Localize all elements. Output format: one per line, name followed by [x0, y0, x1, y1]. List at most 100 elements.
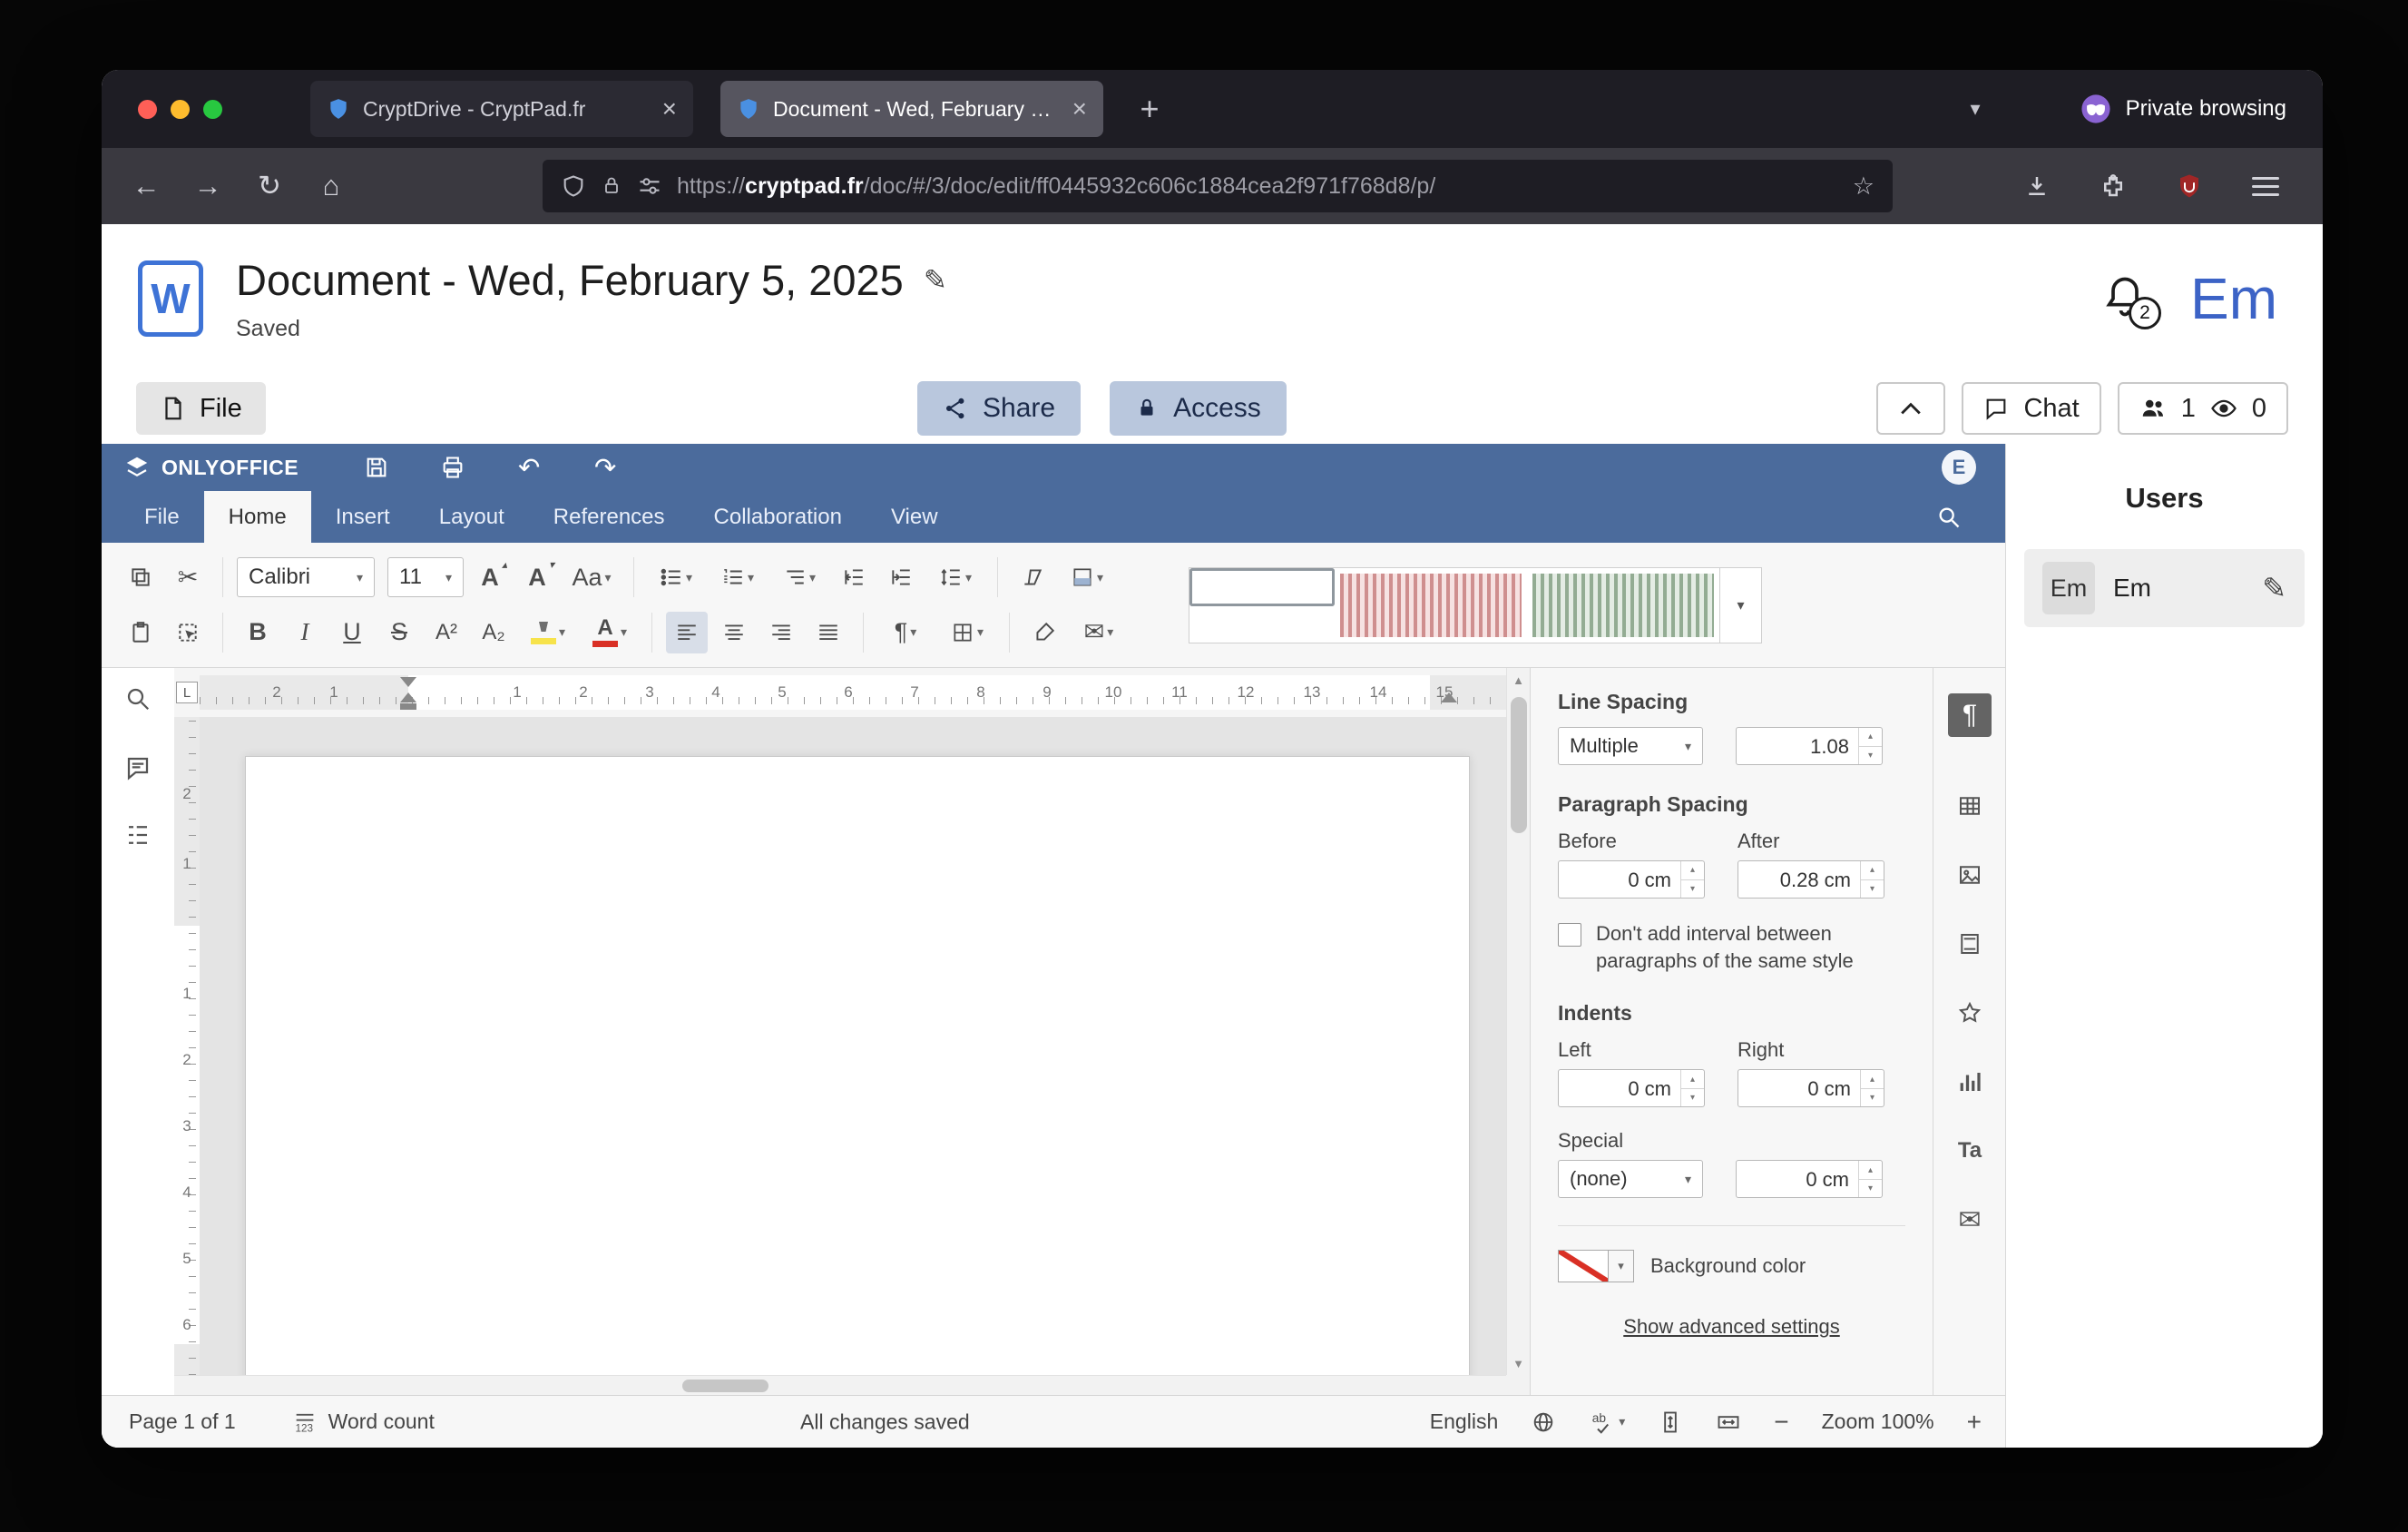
spin-up-icon[interactable]: ▴ — [1861, 861, 1884, 880]
access-button[interactable]: Access — [1110, 381, 1287, 436]
line-spacing-select[interactable]: Multiple ▾ — [1558, 727, 1703, 765]
paragraph-shading-icon[interactable]: ▾ — [1059, 556, 1115, 598]
bold-icon[interactable]: B — [237, 612, 279, 653]
horizontal-scrollbar[interactable] — [174, 1375, 1506, 1395]
forward-icon[interactable]: → — [181, 160, 234, 212]
navigation-headings-icon[interactable] — [120, 817, 156, 853]
copy-style-icon[interactable] — [1023, 612, 1065, 653]
new-tab-button[interactable]: + — [1127, 90, 1172, 128]
table-settings-icon[interactable] — [1948, 784, 1992, 828]
zoom-out-button[interactable]: − — [1774, 1408, 1788, 1437]
textart-settings-icon[interactable]: Ta — [1948, 1129, 1992, 1173]
spellcheck-icon[interactable]: ab▾ — [1589, 1409, 1625, 1436]
special-select[interactable]: (none) ▾ — [1558, 1160, 1703, 1198]
downloads-icon[interactable] — [2011, 160, 2063, 212]
edit-name-pencil-icon[interactable]: ✎ — [2262, 571, 2286, 605]
multilevel-list-icon[interactable]: ▾ — [771, 556, 827, 598]
user-avatar[interactable]: Em — [2190, 265, 2277, 332]
style-gallery-expand-icon[interactable]: ▾ — [1719, 568, 1761, 643]
ublock-icon[interactable] — [2163, 160, 2216, 212]
menu-collaboration[interactable]: Collaboration — [690, 491, 866, 543]
mail-merge-settings-icon[interactable]: ✉ — [1948, 1198, 1992, 1242]
spin-up-icon[interactable]: ▴ — [1859, 728, 1882, 747]
spin-down-icon[interactable]: ▾ — [1861, 880, 1884, 899]
spinner-arrows[interactable]: ▴▾ — [1680, 861, 1704, 898]
globe-icon[interactable] — [1531, 1409, 1556, 1435]
image-settings-icon[interactable] — [1948, 853, 1992, 897]
mail-merge-icon[interactable]: ✉▾ — [1071, 612, 1127, 653]
word-count-button[interactable]: 123 Word count — [292, 1409, 435, 1435]
style-preview-2[interactable] — [1335, 568, 1527, 643]
background-color-picker[interactable]: ▾ — [1558, 1250, 1634, 1282]
cut-icon[interactable]: ✂ — [167, 556, 209, 598]
menu-home[interactable]: Home — [204, 491, 311, 543]
clear-style-icon[interactable] — [1012, 556, 1053, 598]
line-spacing-icon[interactable]: ▾ — [927, 556, 984, 598]
menu-hamburger-icon[interactable] — [2239, 160, 2292, 212]
save-icon[interactable] — [357, 447, 396, 487]
decrease-font-icon[interactable]: A▾ — [516, 556, 558, 598]
comments-icon[interactable] — [120, 750, 156, 786]
tab-close-icon[interactable]: × — [1072, 94, 1087, 123]
header-footer-settings-icon[interactable] — [1948, 922, 1992, 966]
collapse-toolbar-button[interactable] — [1876, 382, 1945, 435]
numbering-icon[interactable]: ▾ — [710, 556, 766, 598]
minimize-window-button[interactable] — [171, 100, 190, 119]
menu-view[interactable]: View — [866, 491, 963, 543]
browser-tab-cryptdrive[interactable]: CryptDrive - CryptPad.fr × — [310, 81, 693, 137]
menu-file[interactable]: File — [120, 491, 204, 543]
horizontal-scroll-thumb[interactable] — [682, 1380, 768, 1392]
align-center-icon[interactable] — [713, 612, 755, 653]
chart-settings-icon[interactable] — [1948, 1060, 1992, 1104]
shield-icon[interactable] — [561, 173, 586, 199]
maximize-window-button[interactable] — [203, 100, 222, 119]
hanging-indent-marker[interactable] — [400, 692, 416, 702]
shape-settings-icon[interactable] — [1948, 991, 1992, 1035]
highlight-color-icon[interactable]: ▾ — [520, 612, 576, 653]
tab-stop-selector[interactable]: L — [174, 668, 200, 717]
spin-up-icon[interactable]: ▴ — [1681, 861, 1704, 880]
spin-up-icon[interactable]: ▴ — [1861, 1070, 1884, 1089]
print-icon[interactable] — [433, 447, 473, 487]
bullets-icon[interactable]: ▾ — [648, 556, 704, 598]
find-icon[interactable] — [120, 681, 156, 717]
style-preview-3[interactable] — [1527, 568, 1719, 643]
tab-close-icon[interactable]: × — [662, 94, 677, 123]
edit-title-pencil-icon[interactable]: ✎ — [924, 264, 947, 297]
font-name-select[interactable]: Calibri ▾ — [237, 557, 375, 597]
first-line-indent-marker[interactable] — [400, 677, 416, 687]
spin-down-icon[interactable]: ▾ — [1861, 1089, 1884, 1107]
editor-user-avatar[interactable]: E — [1942, 450, 1976, 485]
scroll-down-icon[interactable]: ▼ — [1507, 1351, 1530, 1375]
menu-layout[interactable]: Layout — [415, 491, 529, 543]
right-indent-marker[interactable] — [1441, 692, 1457, 702]
fit-page-icon[interactable] — [1658, 1409, 1683, 1435]
background-color-swatch[interactable] — [1558, 1250, 1609, 1282]
spin-up-icon[interactable]: ▴ — [1681, 1070, 1704, 1089]
document-page[interactable] — [245, 756, 1470, 1375]
redo-icon[interactable]: ↷ — [585, 447, 625, 487]
spin-up-icon[interactable]: ▴ — [1859, 1161, 1882, 1180]
close-window-button[interactable] — [138, 100, 157, 119]
left-indent-marker[interactable] — [400, 703, 416, 710]
vertical-scroll-thumb[interactable] — [1511, 697, 1527, 833]
align-left-icon[interactable] — [666, 612, 708, 653]
language-selector[interactable]: English — [1430, 1409, 1498, 1434]
menu-insert[interactable]: Insert — [311, 491, 415, 543]
home-icon[interactable]: ⌂ — [305, 160, 357, 212]
back-icon[interactable]: ← — [120, 160, 172, 212]
spinner-arrows[interactable]: ▴▾ — [1860, 1070, 1884, 1106]
decrease-indent-icon[interactable] — [833, 556, 875, 598]
increase-indent-icon[interactable] — [880, 556, 922, 598]
spin-down-icon[interactable]: ▾ — [1859, 1180, 1882, 1198]
share-button[interactable]: Share — [917, 381, 1081, 436]
copy-icon[interactable] — [120, 556, 162, 598]
superscript-icon[interactable]: A² — [426, 612, 467, 653]
special-amount-spinner[interactable]: 0 cm ▴▾ — [1736, 1160, 1883, 1198]
spinner-arrows[interactable]: ▴▾ — [1680, 1070, 1704, 1106]
increase-font-icon[interactable]: A▴ — [469, 556, 511, 598]
table-borders-icon[interactable]: ▾ — [939, 612, 995, 653]
list-tabs-chevron-icon[interactable]: ▾ — [1971, 97, 1981, 121]
indent-left-spinner[interactable]: 0 cm ▴▾ — [1558, 1069, 1705, 1107]
chat-button[interactable]: Chat — [1962, 382, 2100, 435]
